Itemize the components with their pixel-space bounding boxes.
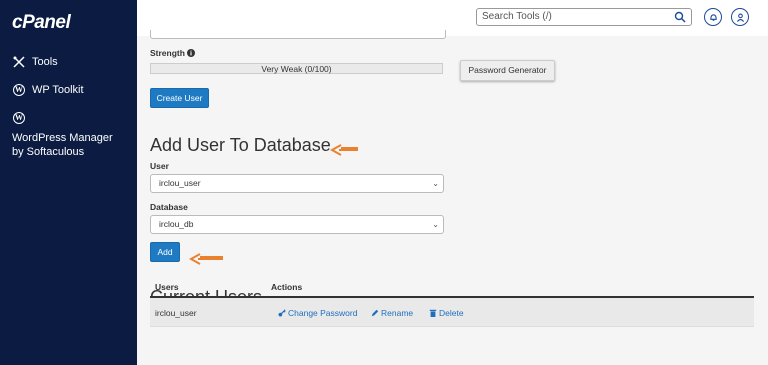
create-user-button[interactable]: Create User <box>150 88 209 108</box>
search-placeholder: Search Tools (/) <box>482 11 552 22</box>
strength-label-row: Strength <box>150 48 196 58</box>
wordpress-icon: W <box>13 112 25 124</box>
user-name-cell: irclou_user <box>155 308 197 318</box>
key-icon <box>278 309 286 317</box>
current-users-table: Users Actions irclou_user Change Passwor… <box>150 279 754 327</box>
strength-label: Strength <box>150 48 185 58</box>
info-icon[interactable] <box>187 49 196 57</box>
notifications-button[interactable] <box>704 8 722 26</box>
password-again-field[interactable] <box>150 30 446 39</box>
tools-icon <box>12 55 26 69</box>
sidebar: cPanel Tools W WP Toolkit W WordPress Ma… <box>0 0 137 365</box>
sidebar-item-label: Tools <box>32 56 58 68</box>
delete-link[interactable]: Delete <box>429 308 464 318</box>
user-menu-button[interactable] <box>731 8 749 26</box>
user-label: User <box>150 161 169 171</box>
sidebar-item-label: WP Toolkit <box>32 84 84 96</box>
chevron-down-icon: ⌄ <box>432 179 439 188</box>
add-button[interactable]: Add <box>150 242 180 262</box>
trash-icon <box>429 309 437 317</box>
password-generator-button[interactable]: Password Generator <box>460 60 555 81</box>
table-row: irclou_user Change Password Rename Delet… <box>150 298 754 327</box>
user-select-value: irclou_user <box>159 178 201 188</box>
main-content: Strength Very Weak (0/100) Password Gene… <box>137 30 768 365</box>
change-password-link[interactable]: Change Password <box>278 308 357 318</box>
database-select-value: irclou_db <box>159 219 194 229</box>
add-user-to-database-heading: Add User To Database <box>150 135 331 155</box>
cpanel-logo[interactable]: cPanel <box>12 12 71 34</box>
bell-icon <box>709 13 717 21</box>
password-strength-meter: Very Weak (0/100) <box>150 63 443 74</box>
wordpress-icon: W <box>13 84 25 96</box>
change-password-label: Change Password <box>288 308 358 318</box>
pencil-icon <box>371 309 379 317</box>
table-header: Users Actions <box>150 279 754 298</box>
user-select[interactable]: irclou_user ⌄ <box>150 174 444 193</box>
search-icon[interactable] <box>674 11 686 23</box>
database-select[interactable]: irclou_db ⌄ <box>150 215 444 234</box>
sidebar-item-wp-toolkit[interactable]: W WP Toolkit <box>12 83 132 97</box>
delete-label: Delete <box>439 308 464 318</box>
annotation-arrow <box>330 144 358 156</box>
chevron-down-icon: ⌄ <box>432 220 439 229</box>
annotation-arrow <box>189 253 223 265</box>
user-icon <box>736 13 744 22</box>
sidebar-item-label: WordPress Manager by Softaculous <box>12 132 113 158</box>
search-input[interactable]: Search Tools (/) <box>476 8 692 26</box>
sidebar-nav: Tools W WP Toolkit W WordPress Manager b… <box>12 55 132 173</box>
column-header-users: Users <box>155 282 179 292</box>
rename-label: Rename <box>381 308 414 318</box>
sidebar-item-wordpress-manager[interactable]: W WordPress Manager by Softaculous <box>0 111 132 159</box>
column-header-actions: Actions <box>271 282 303 292</box>
sidebar-item-tools[interactable]: Tools <box>12 55 132 69</box>
rename-link[interactable]: Rename <box>371 308 413 318</box>
database-label: Database <box>150 202 188 212</box>
